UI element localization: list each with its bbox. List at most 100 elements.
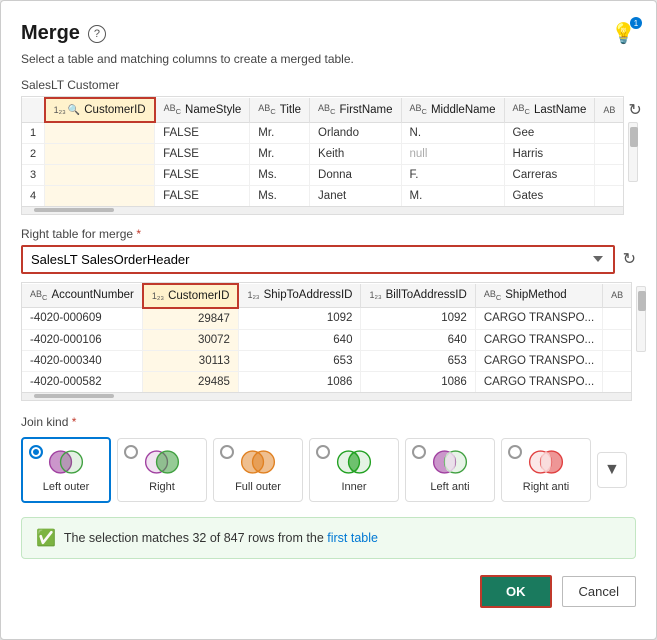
cell-fn-4: Janet	[310, 185, 401, 206]
th-customerid-right[interactable]: 1₂₃ CustomerID	[143, 284, 239, 308]
cell-rcid-4: 29485	[143, 371, 239, 392]
right-table-scrollbar[interactable]	[22, 392, 631, 400]
top-table-scrollbar-thumb	[34, 208, 114, 212]
table-row: 1 FALSE Mr. Orlando N. Gee	[22, 122, 623, 143]
table-row: 2 FALSE Mr. Keith null Harris	[22, 143, 623, 164]
cell-cid-3	[45, 164, 155, 185]
dialog-header: Merge ? 💡 1	[21, 21, 636, 46]
cell-rex-2	[603, 329, 632, 350]
cell-rcid-2: 30072	[143, 329, 239, 350]
th-firstname[interactable]: ABC FirstName	[310, 98, 401, 122]
cell-ns-1: FALSE	[155, 122, 250, 143]
merge-dialog: Merge ? 💡 1 Select a table and matching …	[0, 0, 657, 640]
col-type-middlename: ABC	[410, 103, 427, 116]
top-table-vert-thumb	[630, 127, 638, 147]
top-table-outer: 1₂₃ 🔍 CustomerID ABC NameStyle	[21, 96, 624, 215]
th-title[interactable]: ABC Title	[250, 98, 310, 122]
rownum-3: 3	[22, 164, 45, 185]
join-inner[interactable]: Inner	[309, 438, 399, 502]
cell-bill-3: 653	[361, 350, 475, 371]
right-table-section: Right table for merge * SalesLT SalesOrd…	[21, 227, 636, 401]
th-lastname[interactable]: ABC LastName	[504, 98, 595, 122]
join-inner-icon	[334, 447, 374, 477]
cell-sm-4: CARGO TRANSPO...	[475, 371, 602, 392]
cell-ex-4	[595, 185, 624, 206]
table-row: -4020-000340 30113 653 653 CARGO TRANSPO…	[22, 350, 631, 371]
col-type-bill: 1₂₃	[369, 290, 381, 300]
cell-rex-3	[603, 350, 632, 371]
th-customerid[interactable]: 1₂₃ 🔍 CustomerID	[45, 98, 155, 122]
cancel-button[interactable]: Cancel	[562, 576, 636, 607]
top-table-vert-scroll[interactable]	[628, 122, 638, 182]
right-table-select[interactable]: SalesLT SalesOrderHeader	[21, 245, 615, 274]
th-billtoaddress[interactable]: 1₂₃ BillToAddressID	[361, 284, 475, 308]
join-left-anti[interactable]: Left anti	[405, 438, 495, 502]
right-table-container: ABC AccountNumber 1₂₃ CustomerID	[21, 282, 636, 401]
cell-rcid-3: 30113	[143, 350, 239, 371]
help-icon[interactable]: ?	[88, 25, 106, 43]
col-type-icon-customerid: 1₂₃	[54, 105, 66, 115]
th-namestyle[interactable]: ABC NameStyle	[155, 98, 250, 122]
join-left-anti-radio	[412, 445, 426, 459]
top-table-controls: ↻	[628, 96, 641, 182]
cell-ship-3: 653	[238, 350, 361, 371]
rownum-4: 4	[22, 185, 45, 206]
right-table-outer: ABC AccountNumber 1₂₃ CustomerID	[21, 282, 632, 401]
join-right-anti[interactable]: Right anti	[501, 438, 591, 502]
header-left: Merge ?	[21, 22, 106, 45]
th-accountnumber[interactable]: ABC AccountNumber	[22, 284, 143, 308]
cell-bill-4: 1086	[361, 371, 475, 392]
join-right[interactable]: Right	[117, 438, 207, 502]
th-shipmethod[interactable]: ABC ShipMethod	[475, 284, 602, 308]
cell-ln-1: Gee	[504, 122, 595, 143]
top-table-scrollbar[interactable]	[22, 206, 623, 214]
cell-an-2: -4020-000106	[22, 329, 143, 350]
join-more-button[interactable]: ▼	[597, 452, 627, 488]
dialog-footer: OK Cancel	[21, 575, 636, 608]
th-an-label: AccountNumber	[51, 289, 133, 301]
top-table-name: SalesLT Customer	[21, 78, 636, 92]
th-middlename[interactable]: ABC MiddleName	[401, 98, 504, 122]
right-table: ABC AccountNumber 1₂₃ CustomerID	[22, 283, 631, 392]
th-title-label: Title	[280, 104, 301, 116]
join-right-label: Right	[149, 481, 175, 493]
status-message: The selection matches 32 of 847 rows fro…	[64, 531, 378, 545]
cell-cid-1	[45, 122, 155, 143]
cell-sm-1: CARGO TRANSPO...	[475, 308, 602, 330]
right-table-refresh-button[interactable]: ↻	[623, 249, 636, 269]
join-left-outer[interactable]: Left outer	[21, 437, 111, 503]
cell-ship-4: 1086	[238, 371, 361, 392]
join-full-outer[interactable]: Full outer	[213, 438, 303, 502]
th-rownum	[22, 98, 45, 122]
dialog-title: Merge	[21, 22, 80, 45]
col-type-extra: AB	[603, 105, 615, 115]
cell-sm-2: CARGO TRANSPO...	[475, 329, 602, 350]
cell-ship-2: 640	[238, 329, 361, 350]
right-table-scrollbar-thumb	[34, 394, 114, 398]
th-firstname-label: FirstName	[339, 104, 392, 116]
required-star-right: *	[136, 227, 141, 241]
table-row: -4020-000582 29485 1086 1086 CARGO TRANS…	[22, 371, 631, 392]
table-row: -4020-000609 29847 1092 1092 CARGO TRANS…	[22, 308, 631, 330]
status-banner: ✅ The selection matches 32 of 847 rows f…	[21, 517, 636, 559]
cell-ship-1: 1092	[238, 308, 361, 330]
ok-button[interactable]: OK	[480, 575, 552, 608]
top-table: 1₂₃ 🔍 CustomerID ABC NameStyle	[22, 97, 623, 206]
th-namestyle-label: NameStyle	[185, 104, 241, 116]
right-table-vert-scroll[interactable]	[636, 286, 646, 352]
join-options: Left outer Right Full outer	[21, 437, 636, 503]
join-full-outer-label: Full outer	[235, 481, 281, 493]
th-bill-label: BillToAddressID	[386, 289, 467, 301]
table-row: 4 FALSE Ms. Janet M. Gates	[22, 185, 623, 206]
col-type-namestyle: ABC	[164, 103, 181, 116]
right-table-vert-thumb	[638, 291, 646, 311]
join-inner-radio	[316, 445, 330, 459]
table-row: -4020-000106 30072 640 640 CARGO TRANSPO…	[22, 329, 631, 350]
table-row: 3 FALSE Ms. Donna F. Carreras	[22, 164, 623, 185]
top-table-refresh-button[interactable]: ↻	[628, 100, 641, 120]
success-check-icon: ✅	[36, 528, 56, 548]
th-shiptoaddress[interactable]: 1₂₃ ShipToAddressID	[238, 284, 361, 308]
cell-bill-2: 640	[361, 329, 475, 350]
cell-t-1: Mr.	[250, 122, 310, 143]
join-inner-label: Inner	[341, 481, 366, 493]
